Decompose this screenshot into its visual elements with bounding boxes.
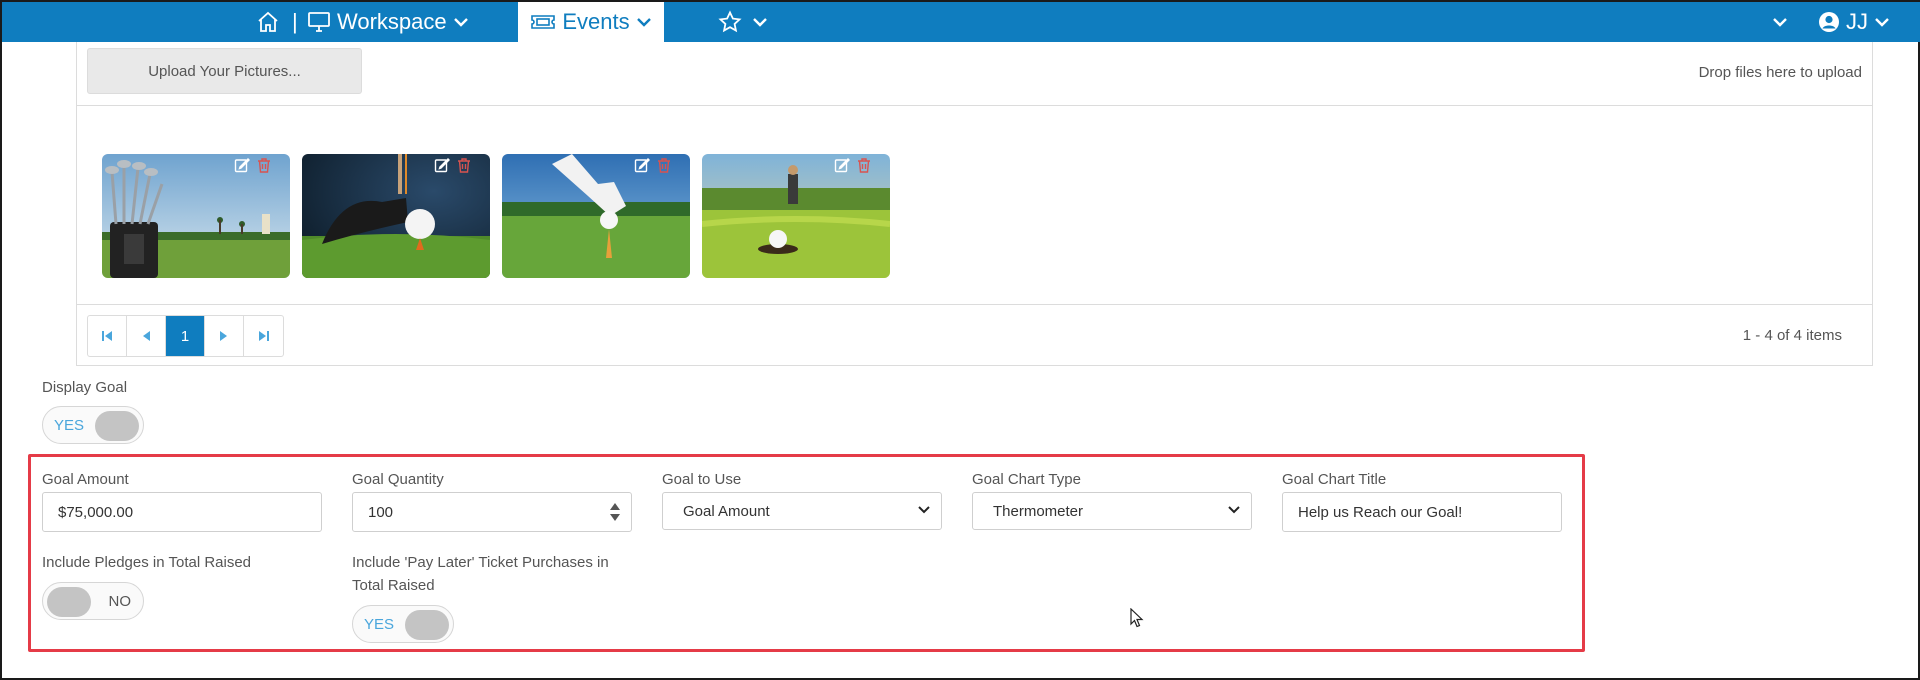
edit-icon[interactable] [634,157,650,173]
chevron-down-icon [918,506,930,514]
goal-quantity-label: Goal Quantity [352,471,444,488]
first-page-icon [102,331,112,341]
drop-zone-text: Drop files here to upload [1698,64,1862,81]
user-menu[interactable]: JJ [1818,2,1890,42]
chevron-down-icon [1875,18,1889,27]
trash-icon[interactable] [656,157,672,173]
edit-icon[interactable] [834,157,850,173]
image-actions [834,157,872,173]
ticket-icon [531,15,556,29]
include-pay-later-toggle[interactable]: YES [352,605,454,643]
edit-icon[interactable] [234,157,250,173]
chevron-down-icon [1773,18,1787,27]
prev-page-button[interactable] [127,316,166,356]
include-pledges-toggle-text: NO [108,593,132,610]
last-page-icon [258,331,269,341]
chevron-down-icon [1228,506,1240,514]
user-initials: JJ [1846,9,1868,34]
toggle-knob [47,587,91,617]
pager-buttons: 1 [87,315,284,357]
display-goal-toggle[interactable]: YES [42,406,144,444]
increment-icon[interactable] [610,503,620,510]
nav-separator: | [292,9,298,34]
pager-info: 1 - 4 of 4 items [1742,327,1842,344]
toggle-knob [405,610,449,640]
goal-chart-title-input[interactable]: Help us Reach our Goal! [1282,492,1562,532]
last-page-button[interactable] [244,316,283,356]
nav-events-menu[interactable]: Events [518,2,664,42]
picture-upload-panel: Upload Your Pictures... Drop files here … [76,42,1873,366]
goal-chart-type-label: Goal Chart Type [972,471,1081,488]
goal-to-use-label: Goal to Use [662,471,742,488]
star-icon [718,10,742,33]
next-page-button[interactable] [205,316,244,356]
trash-icon[interactable] [256,157,272,173]
home-icon[interactable] [256,2,280,42]
goal-to-use-select[interactable]: Goal Amount [662,492,942,530]
upload-toolbar: Upload Your Pictures... Drop files here … [77,42,1872,106]
upload-pictures-button[interactable]: Upload Your Pictures... [87,48,362,94]
nav-favorites-menu[interactable] [718,2,768,42]
nav-more-dropdown[interactable] [1772,2,1788,42]
quantity-stepper[interactable] [599,493,631,531]
nav-events-label: Events [562,9,630,34]
gallery-image-golfer-putting[interactable] [702,154,890,278]
nav-workspace-label: Workspace [337,9,447,34]
mouse-cursor-icon [1130,608,1144,628]
page-number-button[interactable]: 1 [166,316,205,356]
prev-page-icon [143,331,150,341]
include-pledges-label: Include Pledges in Total Raised [42,554,252,571]
gallery-pager: 1 1 - 4 of 4 items [77,304,1872,366]
decrement-icon[interactable] [610,514,620,521]
goal-chart-type-value: Thermometer [993,502,1084,520]
include-pay-later-label-line1: Include 'Pay Later' Ticket Purchases in [352,554,609,571]
gallery-image-golf-bag[interactable] [102,154,290,278]
edit-icon[interactable] [434,157,450,173]
include-pay-later-label-line2: Total Raised [352,577,435,594]
goal-quantity-input[interactable]: 100 [352,492,632,532]
chevron-down-icon [636,18,651,27]
top-navigation-bar: | Workspace Events JJ [2,2,1920,42]
chevron-down-icon [453,18,468,27]
chevron-down-icon [753,18,767,27]
image-actions [434,157,472,173]
display-goal-toggle-text: YES [54,417,85,434]
goal-amount-label: Goal Amount [42,471,129,488]
gallery-image-gloved-hand[interactable] [502,154,690,278]
image-actions [234,157,272,173]
include-pay-later-toggle-text: YES [364,616,395,633]
trash-icon[interactable] [856,157,872,173]
goal-chart-title-label: Goal Chart Title [1282,471,1387,488]
nav-workspace-menu[interactable]: Workspace [307,2,469,42]
trash-icon[interactable] [456,157,472,173]
goal-amount-input[interactable]: $75,000.00 [42,492,322,532]
goal-chart-type-select[interactable]: Thermometer [972,492,1252,530]
include-pledges-toggle[interactable]: NO [42,582,144,620]
next-page-icon [220,331,227,341]
gallery-image-club-ball[interactable] [302,154,490,278]
monitor-icon [308,12,330,32]
image-actions [634,157,672,173]
first-page-button[interactable] [88,316,127,356]
toggle-knob [95,411,139,441]
goal-quantity-value: 100 [368,503,394,521]
user-circle-icon [1819,12,1839,32]
goal-to-use-value: Goal Amount [683,502,770,520]
display-goal-label: Display Goal [42,379,128,396]
